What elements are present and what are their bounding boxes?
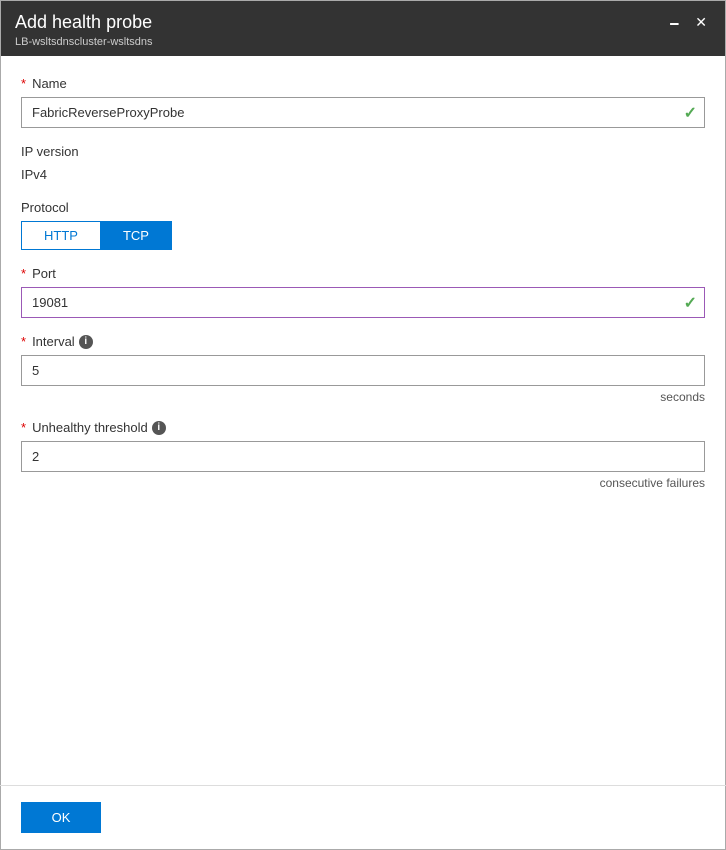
ok-button[interactable]: OK: [21, 802, 101, 833]
name-input-wrapper: ✓: [21, 97, 705, 128]
threshold-input-wrapper: [21, 441, 705, 472]
close-button[interactable]: ✕: [691, 13, 711, 31]
interval-input[interactable]: [21, 355, 705, 386]
name-input[interactable]: [21, 97, 705, 128]
name-label-text: Name: [32, 76, 67, 91]
protocol-label: Protocol: [21, 200, 705, 215]
unhealthy-threshold-label-text: Unhealthy threshold: [32, 420, 148, 435]
ip-version-label-text: IP version: [21, 144, 79, 159]
name-field-group: * Name ✓: [21, 76, 705, 128]
name-check-icon: ✓: [684, 103, 697, 123]
threshold-input[interactable]: [21, 441, 705, 472]
protocol-http-button[interactable]: HTTP: [21, 221, 100, 250]
port-label-text: Port: [32, 266, 56, 281]
name-required-star: *: [21, 76, 26, 91]
ip-version-field-group: IP version IPv4: [21, 144, 705, 184]
title-bar-left: Add health probe LB-wsltsdnscluster-wslt…: [15, 11, 153, 48]
port-required-star: *: [21, 266, 26, 281]
interval-info-icon[interactable]: i: [79, 335, 93, 349]
interval-field-group: * Interval i seconds: [21, 334, 705, 404]
interval-input-wrapper: [21, 355, 705, 386]
protocol-tcp-button[interactable]: TCP: [100, 221, 172, 250]
interval-label-text: Interval: [32, 334, 75, 349]
port-field-group: * Port ✓: [21, 266, 705, 318]
ip-version-label: IP version: [21, 144, 705, 159]
title-bar: Add health probe LB-wsltsdnscluster-wslt…: [1, 1, 725, 56]
protocol-field-group: Protocol HTTP TCP: [21, 200, 705, 250]
window-subtitle: LB-wsltsdnscluster-wsltsdns: [15, 36, 153, 48]
unhealthy-threshold-label: * Unhealthy threshold i: [21, 420, 705, 435]
minimize-button[interactable]: 🗕: [665, 13, 683, 31]
port-check-icon: ✓: [684, 293, 697, 313]
unhealthy-threshold-field-group: * Unhealthy threshold i consecutive fail…: [21, 420, 705, 490]
threshold-hint: consecutive failures: [21, 476, 705, 490]
port-label: * Port: [21, 266, 705, 281]
interval-required-star: *: [21, 334, 26, 349]
add-health-probe-window: Add health probe LB-wsltsdnscluster-wslt…: [0, 0, 726, 850]
port-input-wrapper: ✓: [21, 287, 705, 318]
ip-version-value: IPv4: [21, 165, 705, 184]
window-title: Add health probe: [15, 11, 153, 34]
protocol-label-text: Protocol: [21, 200, 69, 215]
threshold-required-star: *: [21, 420, 26, 435]
interval-hint: seconds: [21, 390, 705, 404]
footer: OK: [1, 786, 725, 849]
name-label: * Name: [21, 76, 705, 91]
threshold-info-icon[interactable]: i: [152, 421, 166, 435]
title-bar-controls: 🗕 ✕: [665, 13, 711, 31]
port-input[interactable]: [21, 287, 705, 318]
content-area: * Name ✓ IP version IPv4 Protocol HTTP T…: [1, 56, 725, 785]
protocol-toggle: HTTP TCP: [21, 221, 172, 250]
interval-label: * Interval i: [21, 334, 705, 349]
